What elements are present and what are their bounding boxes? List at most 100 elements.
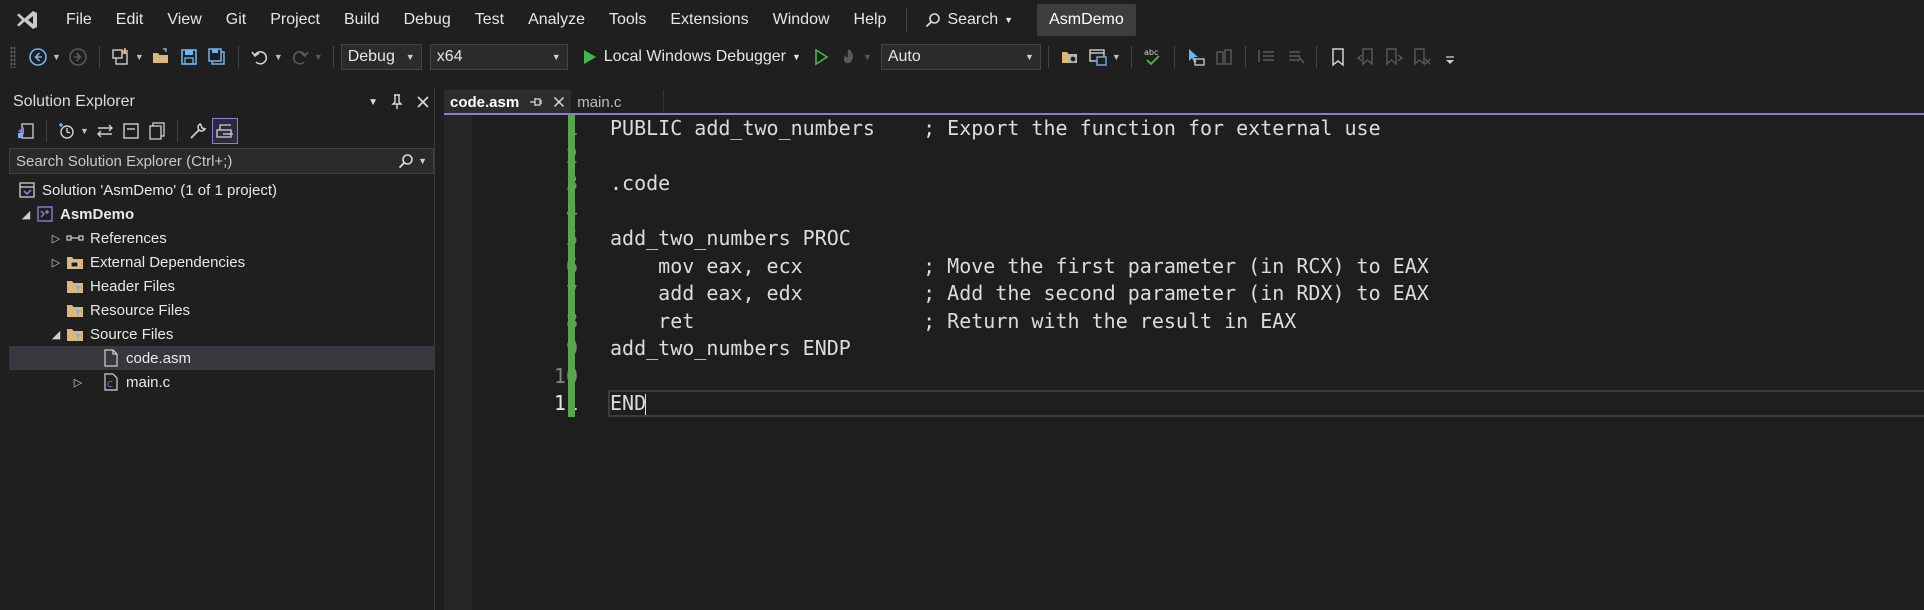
close-icon[interactable]: [416, 95, 430, 109]
redo-icon[interactable]: [288, 45, 312, 69]
bookmark-icon[interactable]: [1326, 45, 1350, 69]
clear-bookmarks-icon[interactable]: [1410, 45, 1434, 69]
solution-explorer-search-input[interactable]: Search Solution Explorer (Ctrl+;) ▼: [9, 148, 434, 174]
code-line[interactable]: add_two_numbers ENDP: [610, 335, 1429, 363]
chevron-down-icon[interactable]: ▼: [1112, 52, 1121, 62]
code-line[interactable]: [610, 363, 1429, 391]
code-line[interactable]: [610, 198, 1429, 226]
save-icon[interactable]: [177, 45, 201, 69]
show-all-files-icon[interactable]: [145, 119, 169, 143]
expanded-arrow-icon[interactable]: ◢: [47, 328, 65, 341]
chevron-down-icon[interactable]: ▼: [135, 52, 144, 62]
collapsed-arrow-icon[interactable]: ▷: [47, 256, 65, 269]
navigate-forward-icon[interactable]: [66, 45, 90, 69]
spell-check-icon[interactable]: abc: [1141, 45, 1165, 69]
toolbar-overflow-icon[interactable]: [1438, 45, 1462, 69]
toggle-panel-icon[interactable]: [1212, 45, 1236, 69]
menu-edit[interactable]: Edit: [104, 0, 156, 40]
solution-explorer-title: Solution Explorer: [13, 93, 135, 110]
visual-studio-logo-icon[interactable]: [0, 0, 54, 40]
new-project-icon[interactable]: [109, 45, 133, 69]
configuration-dropdown[interactable]: Debug ▼: [340, 44, 422, 70]
pin-icon[interactable]: [390, 94, 404, 110]
menu-test[interactable]: Test: [463, 0, 516, 40]
comment-lines-icon[interactable]: [1255, 45, 1279, 69]
menu-help[interactable]: Help: [842, 0, 899, 40]
navigate-back-icon[interactable]: [26, 45, 50, 69]
menu-debug[interactable]: Debug: [392, 0, 463, 40]
menu-build[interactable]: Build: [332, 0, 392, 40]
menu-window[interactable]: Window: [761, 0, 842, 40]
code-lines[interactable]: PUBLIC add_two_numbers ; Export the func…: [610, 115, 1429, 418]
indicator-margin[interactable]: [444, 115, 472, 610]
chevron-down-icon[interactable]: ▼: [314, 52, 323, 62]
menu-view[interactable]: View: [155, 0, 213, 40]
pending-changes-filter-icon[interactable]: [55, 119, 79, 143]
line-number-current: 11: [553, 391, 578, 415]
sync-active-document-icon[interactable]: [93, 119, 117, 143]
select-element-icon[interactable]: [1184, 45, 1208, 69]
expanded-arrow-icon[interactable]: ◢: [17, 208, 35, 221]
collapse-all-icon[interactable]: [119, 119, 143, 143]
start-without-debugging-icon[interactable]: [809, 45, 833, 69]
collapsed-arrow-icon[interactable]: ▷: [47, 232, 65, 245]
tab-main-c[interactable]: main.c: [571, 90, 665, 114]
chevron-down-icon[interactable]: ▼: [52, 52, 61, 62]
tree-item-header-files[interactable]: Header Files: [9, 274, 434, 298]
code-editor[interactable]: 1 2 3 4 5 6 7 8 9 10 11 PUBLIC add_two_n…: [444, 115, 1924, 610]
tree-item-references[interactable]: ▷ References: [9, 226, 434, 250]
tree-item-solution[interactable]: Solution 'AsmDemo' (1 of 1 project): [9, 178, 434, 202]
tree-item-source-files[interactable]: ◢ Source Files: [9, 322, 434, 346]
menu-analyze[interactable]: Analyze: [516, 0, 597, 40]
solution-name-badge[interactable]: AsmDemo: [1037, 4, 1136, 36]
browse-folder-icon[interactable]: [1058, 45, 1082, 69]
code-line[interactable]: add_two_numbers PROC: [610, 225, 1429, 253]
undo-icon[interactable]: [248, 45, 272, 69]
window-options-icon[interactable]: ▼: [368, 97, 378, 108]
chevron-down-icon[interactable]: ▼: [863, 52, 872, 62]
previous-bookmark-icon[interactable]: [1354, 45, 1378, 69]
chevron-down-icon[interactable]: ▼: [418, 156, 427, 166]
tree-item-code-asm[interactable]: code.asm: [9, 346, 434, 370]
menu-tools[interactable]: Tools: [597, 0, 658, 40]
search-button[interactable]: Search ▼: [915, 11, 1023, 29]
platform-dropdown[interactable]: x64 ▼: [429, 44, 568, 70]
solution-explorer-toolbar: ▼: [9, 116, 434, 146]
stack-frame-dropdown[interactable]: Auto ▼: [880, 44, 1041, 70]
uncomment-lines-icon[interactable]: [1283, 45, 1307, 69]
code-line[interactable]: [610, 143, 1429, 171]
menu-extensions[interactable]: Extensions: [658, 0, 760, 40]
next-bookmark-icon[interactable]: [1382, 45, 1406, 69]
menu-file[interactable]: File: [54, 0, 104, 40]
tree-item-label: Solution 'AsmDemo' (1 of 1 project): [42, 181, 277, 199]
tree-item-main-c[interactable]: ▷ C main.c: [9, 370, 434, 394]
tree-item-project[interactable]: ◢ AsmDemo: [9, 202, 434, 226]
code-line[interactable]: END: [610, 390, 1429, 418]
tab-code-asm[interactable]: code.asm: [444, 90, 572, 114]
window-layout-icon[interactable]: [1086, 45, 1110, 69]
toolbar-separator: [176, 120, 178, 142]
pin-icon[interactable]: [529, 96, 543, 108]
collapsed-arrow-icon[interactable]: ▷: [69, 376, 87, 389]
chevron-down-icon[interactable]: ▼: [274, 52, 283, 62]
line-number: 6: [472, 253, 582, 281]
chevron-down-icon[interactable]: ▼: [80, 126, 89, 136]
start-debugging-button[interactable]: Local Windows Debugger ▼: [576, 48, 807, 66]
code-line[interactable]: ret ; Return with the result in EAX: [610, 308, 1429, 336]
code-line[interactable]: mov eax, ecx ; Move the first parameter …: [610, 253, 1429, 281]
tree-item-resource-files[interactable]: Resource Files: [9, 298, 434, 322]
save-all-icon[interactable]: [205, 45, 229, 69]
switch-views-icon[interactable]: [14, 119, 38, 143]
close-icon[interactable]: [553, 96, 565, 108]
preview-selected-items-icon[interactable]: [211, 118, 238, 144]
code-line[interactable]: add eax, edx ; Add the second parameter …: [610, 280, 1429, 308]
open-folder-icon[interactable]: [149, 45, 173, 69]
code-line[interactable]: PUBLIC add_two_numbers ; Export the func…: [610, 115, 1429, 143]
tree-item-external-dependencies[interactable]: ▷ External Dependencies: [9, 250, 434, 274]
menu-git[interactable]: Git: [214, 0, 258, 40]
properties-wrench-icon[interactable]: [186, 119, 210, 143]
code-line[interactable]: .code: [610, 170, 1429, 198]
toolbar-grip[interactable]: [10, 46, 16, 68]
hot-reload-icon[interactable]: [837, 45, 861, 69]
menu-project[interactable]: Project: [258, 0, 332, 40]
